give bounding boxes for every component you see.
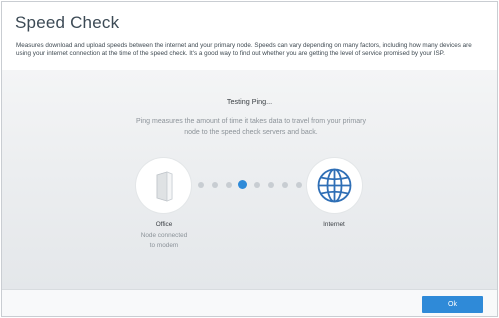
progress-dot bbox=[268, 182, 274, 188]
node-status-line1: Node connected bbox=[140, 231, 188, 239]
node-status-line2: to modem bbox=[149, 242, 179, 249]
dialog-title: Speed Check bbox=[15, 13, 120, 32]
progress-dot bbox=[198, 182, 204, 188]
office-node bbox=[136, 158, 191, 213]
globe-icon bbox=[317, 168, 352, 203]
progress-dot bbox=[282, 182, 288, 188]
test-info: Ping measures the amount of time it take… bbox=[136, 118, 366, 137]
progress-dot bbox=[226, 182, 232, 188]
progress-dot-active bbox=[238, 180, 247, 189]
progress-dot bbox=[296, 182, 302, 188]
node-name: Office bbox=[155, 221, 173, 228]
internet-node-label: Internet bbox=[294, 220, 374, 231]
progress-dots bbox=[198, 180, 303, 190]
test-status: Testing Ping... bbox=[226, 97, 273, 106]
node-name: Internet bbox=[323, 221, 345, 228]
speed-check-panel: Testing Ping... Ping measures the amount… bbox=[2, 70, 497, 289]
router-node-icon bbox=[156, 171, 173, 202]
dialog-header: Speed Check Measures download and upload… bbox=[2, 2, 497, 70]
dialog-footer: Ok bbox=[2, 289, 497, 316]
speed-check-dialog: Speed Check Measures download and upload… bbox=[1, 1, 498, 317]
progress-dot bbox=[212, 182, 218, 188]
internet-node bbox=[307, 158, 362, 213]
dialog-description: Measures download and upload speeds betw… bbox=[16, 42, 472, 57]
ok-button[interactable]: Ok bbox=[422, 296, 483, 313]
office-node-label: Office Node connected to modem bbox=[124, 220, 204, 252]
progress-dot bbox=[254, 182, 260, 188]
